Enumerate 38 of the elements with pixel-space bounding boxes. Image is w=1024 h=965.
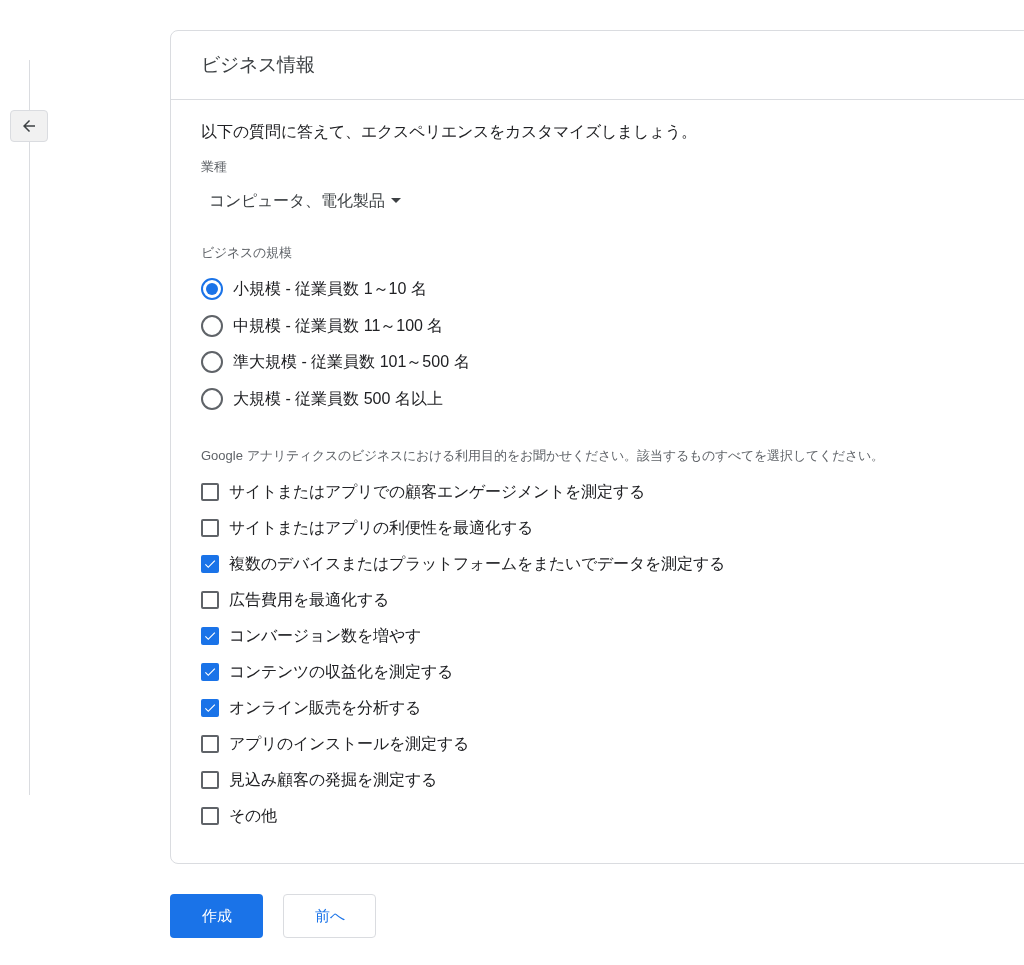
dropdown-caret-icon	[391, 198, 401, 203]
radio-label: 小規模 - 従業員数 1～10 名	[233, 279, 427, 300]
back-button[interactable]	[10, 110, 48, 142]
field-label: 業種	[201, 158, 228, 176]
radio-button[interactable]	[201, 278, 223, 301]
radio-label: 大規模 - 従業員数 500 名以上	[233, 388, 443, 409]
checkbox[interactable]	[201, 590, 219, 609]
checkbox[interactable]	[201, 482, 219, 501]
radio-label: 準大規模 - 従業員数 101～500 名	[233, 352, 470, 373]
checkbox-label: アプリのインストールを測定する	[229, 733, 469, 754]
checkbox[interactable]	[201, 626, 219, 645]
checkbox-label: サイトまたはアプリでの顧客エンゲージメントを測定する	[229, 481, 645, 502]
industry-dropdown[interactable]: コンピュータ、電化製品	[209, 188, 401, 213]
field-label: ビジネスの規模	[201, 243, 293, 262]
question-text: Google アナリティクスのビジネスにおける利用目的をお聞かせください。該当するものすべてを選択してください。	[201, 447, 885, 465]
checkbox[interactable]	[201, 518, 219, 537]
checkbox[interactable]	[201, 770, 219, 789]
card-title: ビジネス情報	[201, 52, 315, 77]
checkbox-label: 見込み顧客の発掘を測定する	[229, 769, 437, 790]
intro-text: 以下の質問に答えて、エクスペリエンスをカスタマイズしましょう。	[201, 122, 698, 142]
checkbox-label: コンバージョン数を増やす	[229, 625, 421, 646]
checkbox-label: サイトまたはアプリの利便性を最適化する	[229, 517, 533, 538]
back-button[interactable]: 前へ	[283, 894, 376, 938]
radio-button[interactable]	[201, 351, 223, 374]
checkbox-label: 複数のデバイスまたはプラットフォームをまたいでデータを測定する	[229, 553, 725, 574]
checkbox[interactable]	[201, 698, 219, 717]
radio-button[interactable]	[201, 314, 223, 337]
checkbox-label: 広告費用を最適化する	[229, 589, 389, 610]
checkbox-label: オンライン販売を分析する	[229, 697, 421, 718]
checkbox[interactable]	[201, 734, 219, 753]
checkbox[interactable]	[201, 806, 219, 825]
checkbox[interactable]	[201, 662, 219, 681]
checkbox-label: その他	[229, 805, 277, 826]
radio-button[interactable]	[201, 387, 223, 410]
checkbox[interactable]	[201, 554, 219, 573]
create-button[interactable]: 作成	[170, 894, 263, 938]
checkbox-label: コンテンツの収益化を測定する	[229, 661, 453, 682]
radio-label: 中規模 - 従業員数 11～100 名	[233, 315, 444, 336]
